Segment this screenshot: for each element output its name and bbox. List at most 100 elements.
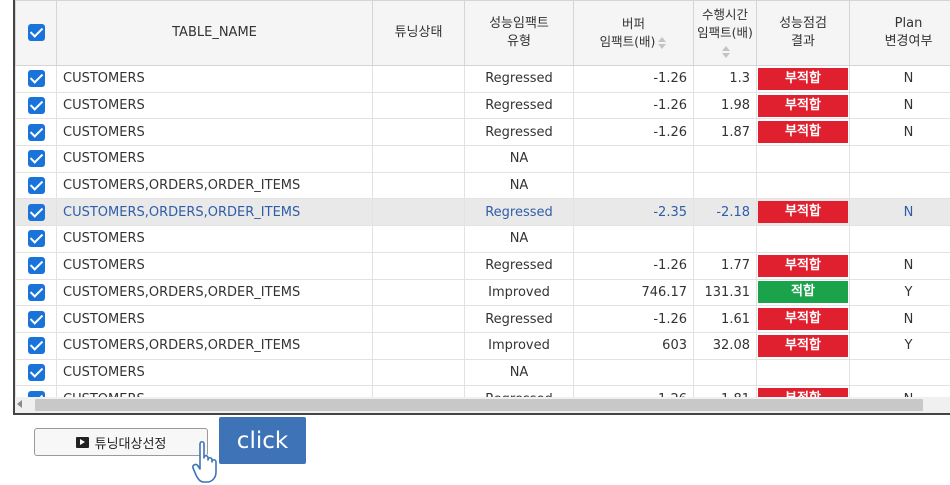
checkbox-checked-icon[interactable]: [27, 24, 45, 41]
cell-plan-change: N: [849, 251, 950, 280]
cell-table-name: CUSTOMERS: [56, 91, 373, 120]
checkbox-checked-icon[interactable]: [27, 70, 45, 88]
sort-icon[interactable]: [657, 36, 667, 50]
checkbox-checked-icon[interactable]: [27, 337, 45, 355]
row-checkbox[interactable]: [15, 278, 57, 307]
cell-buffer-impact: 603: [573, 331, 694, 360]
cell-plan-change: [849, 358, 950, 387]
scrollbar-thumb[interactable]: [35, 399, 923, 411]
cell-buffer-impact: [573, 225, 694, 253]
checkbox-checked-icon[interactable]: [27, 203, 45, 221]
cell-perf-type: NA: [464, 225, 574, 253]
checkbox-checked-icon[interactable]: [27, 257, 45, 275]
checkbox-checked-icon[interactable]: [27, 230, 45, 248]
col-header-perf-result[interactable]: 성능점검 결과: [756, 0, 850, 66]
row-checkbox[interactable]: [15, 358, 57, 387]
result-badge: 부적합: [758, 67, 848, 90]
scroll-left-arrow-icon[interactable]: [17, 400, 22, 408]
table-row[interactable]: CUSTOMERS,ORDERS,ORDER_ITEMS NA: [15, 171, 950, 200]
cell-table-name: CUSTOMERS: [56, 251, 373, 280]
cell-plan-change: [849, 225, 950, 253]
cell-perf-type: NA: [464, 171, 574, 200]
cell-perf-result: 부적합: [756, 305, 850, 333]
select-tuning-target-button[interactable]: 튜닝대상선정: [34, 428, 208, 456]
col-header-tuning-status[interactable]: 튜닝상태: [372, 0, 465, 66]
row-checkbox[interactable]: [15, 225, 57, 253]
checkbox-checked-icon[interactable]: [27, 310, 45, 328]
col-header-buffer-impact[interactable]: 버퍼 임팩트(배): [573, 0, 694, 66]
table-row[interactable]: CUSTOMERS NA: [15, 145, 950, 173]
cell-perf-type: NA: [464, 358, 574, 387]
checkbox-checked-icon[interactable]: [27, 123, 45, 141]
cell-tuning-status: [372, 225, 465, 253]
select-all-checkbox[interactable]: [15, 0, 57, 66]
row-checkbox[interactable]: [15, 198, 57, 227]
cell-tuning-status: [372, 278, 465, 307]
col-header-perf-type[interactable]: 성능임팩트 유형: [464, 0, 574, 66]
row-checkbox[interactable]: [15, 118, 57, 147]
col-header-table-name[interactable]: TABLE_NAME: [56, 0, 373, 66]
cell-table-name: CUSTOMERS: [56, 118, 373, 147]
cell-exec-impact: 1.98: [693, 91, 757, 120]
table-row[interactable]: CUSTOMERS Regressed -1.26 1.77 부적합 N: [15, 251, 950, 280]
row-checkbox[interactable]: [15, 65, 57, 93]
cell-exec-impact: 1.61: [693, 305, 757, 333]
cell-perf-result: [756, 358, 850, 387]
cell-tuning-status: [372, 305, 465, 333]
cell-tuning-status: [372, 145, 465, 173]
cell-exec-impact: 32.08: [693, 331, 757, 360]
cell-perf-type: Regressed: [464, 198, 574, 227]
cell-table-name: CUSTOMERS: [56, 65, 373, 93]
horizontal-scrollbar[interactable]: [15, 397, 950, 413]
cell-buffer-impact: -1.26: [573, 305, 694, 333]
cell-exec-impact: 1.87: [693, 118, 757, 147]
cell-perf-type: Regressed: [464, 305, 574, 333]
cell-exec-impact: [693, 171, 757, 200]
table-row[interactable]: CUSTOMERS Regressed -1.26 1.3 부적합 N: [15, 65, 950, 93]
cell-tuning-status: [372, 198, 465, 227]
cell-plan-change: N: [849, 65, 950, 93]
row-checkbox[interactable]: [15, 171, 57, 200]
checkbox-checked-icon[interactable]: [27, 150, 45, 168]
table-row[interactable]: CUSTOMERS,ORDERS,ORDER_ITEMS Improved 603 3…: [15, 331, 950, 360]
cell-table-name: CUSTOMERS: [56, 145, 373, 173]
cell-exec-impact: [693, 145, 757, 173]
cell-perf-result: [756, 145, 850, 173]
cell-table-name: CUSTOMERS,ORDERS,ORDER_ITEMS: [56, 331, 373, 360]
result-table: TABLE_NAME 튜닝상태 성능임팩트 유형 버퍼 임팩트(배) 수행시간 …: [15, 0, 950, 413]
cell-perf-result: 부적합: [756, 331, 850, 360]
table-row[interactable]: CUSTOMERS,ORDERS,ORDER_ITEMS Improved 746.…: [15, 278, 950, 307]
cell-perf-result: 부적합: [756, 198, 850, 227]
checkbox-checked-icon[interactable]: [27, 97, 45, 115]
row-checkbox[interactable]: [15, 145, 57, 173]
cell-table-name: CUSTOMERS,ORDERS,ORDER_ITEMS: [56, 171, 373, 200]
table-row[interactable]: CUSTOMERS Regressed -1.26 1.87 부적합 N: [15, 118, 950, 147]
table-row[interactable]: CUSTOMERS Regressed -1.26 1.61 부적합 N: [15, 305, 950, 333]
result-badge: 부적합: [758, 334, 848, 357]
cell-buffer-impact: [573, 358, 694, 387]
checkbox-checked-icon[interactable]: [27, 283, 45, 301]
table-row[interactable]: CUSTOMERS,ORDERS,ORDER_ITEMS Regressed -2.…: [15, 198, 950, 227]
cell-exec-impact: [693, 358, 757, 387]
cell-table-name: CUSTOMERS: [56, 358, 373, 387]
checkbox-checked-icon[interactable]: [27, 363, 45, 381]
sort-icon[interactable]: [721, 45, 731, 59]
result-badge: 부적합: [758, 308, 848, 331]
table-row[interactable]: CUSTOMERS NA: [15, 225, 950, 253]
table-row[interactable]: CUSTOMERS NA: [15, 358, 950, 387]
cell-plan-change: [849, 145, 950, 173]
cell-tuning-status: [372, 251, 465, 280]
table-body: CUSTOMERS Regressed -1.26 1.3 부적합 N CUSTOMERS R…: [15, 65, 950, 413]
row-checkbox[interactable]: [15, 331, 57, 360]
header-row: TABLE_NAME 튜닝상태 성능임팩트 유형 버퍼 임팩트(배) 수행시간 …: [15, 0, 950, 66]
cell-plan-change: Y: [849, 278, 950, 307]
col-header-plan-change[interactable]: Plan 변경여부: [849, 0, 950, 66]
cell-buffer-impact: 746.17: [573, 278, 694, 307]
row-checkbox[interactable]: [15, 91, 57, 120]
col-header-exec-impact[interactable]: 수행시간 임팩트(배): [693, 0, 757, 66]
table-row[interactable]: CUSTOMERS Regressed -1.26 1.98 부적합 N: [15, 91, 950, 120]
row-checkbox[interactable]: [15, 251, 57, 280]
cell-perf-type: Regressed: [464, 251, 574, 280]
checkbox-checked-icon[interactable]: [27, 177, 45, 195]
row-checkbox[interactable]: [15, 305, 57, 333]
